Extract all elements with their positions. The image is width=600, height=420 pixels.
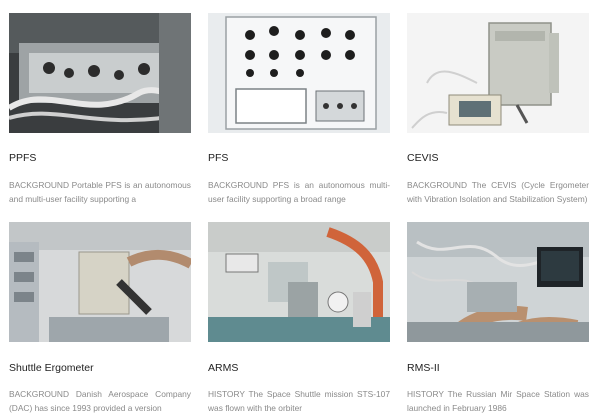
card-pfs[interactable]: PFS BACKGROUND PFS is an autonomous mult… xyxy=(208,13,390,204)
card-image[interactable] xyxy=(407,13,589,133)
arms-photo xyxy=(208,222,390,342)
card-image[interactable] xyxy=(208,13,390,133)
card-image[interactable] xyxy=(208,222,390,342)
card-rms-ii[interactable]: RMS-II HISTORY The Russian Mir Space Sta… xyxy=(407,222,589,413)
card-title[interactable]: PFS xyxy=(208,152,228,165)
product-grid: PPFS BACKGROUND Portable PFS is an auton… xyxy=(0,0,600,420)
card-title[interactable]: RMS-II xyxy=(407,362,440,375)
card-cevis[interactable]: CEVIS BACKGROUND The CEVIS (Cycle Ergome… xyxy=(407,13,589,204)
card-ppfs[interactable]: PPFS BACKGROUND Portable PFS is an auton… xyxy=(9,13,191,204)
card-description: HISTORY The Space Shuttle mission STS-10… xyxy=(208,389,390,413)
card-description: BACKGROUND Danish Aerospace Company (DAC… xyxy=(9,389,191,413)
card-title[interactable]: Shuttle Ergometer xyxy=(9,362,94,375)
ppfs-photo xyxy=(9,13,191,133)
card-image[interactable] xyxy=(407,222,589,342)
card-description: BACKGROUND PFS is an autonomous multi-us… xyxy=(208,180,390,204)
card-title[interactable]: ARMS xyxy=(208,362,238,375)
rms-ii-photo xyxy=(407,222,589,342)
card-description: HISTORY The Russian Mir Space Station wa… xyxy=(407,389,589,413)
card-title[interactable]: PPFS xyxy=(9,152,36,165)
pfs-photo xyxy=(208,13,390,133)
card-image[interactable] xyxy=(9,222,191,342)
card-image[interactable] xyxy=(9,13,191,133)
card-arms[interactable]: ARMS HISTORY The Space Shuttle mission S… xyxy=(208,222,390,413)
shuttle-ergometer-photo xyxy=(9,222,191,342)
card-shuttle-ergometer[interactable]: Shuttle Ergometer BACKGROUND Danish Aero… xyxy=(9,222,191,413)
cevis-photo xyxy=(407,13,589,133)
card-description: BACKGROUND Portable PFS is an autonomous… xyxy=(9,180,191,204)
card-description: BACKGROUND The CEVIS (Cycle Ergometer wi… xyxy=(407,180,589,204)
card-title[interactable]: CEVIS xyxy=(407,152,439,165)
